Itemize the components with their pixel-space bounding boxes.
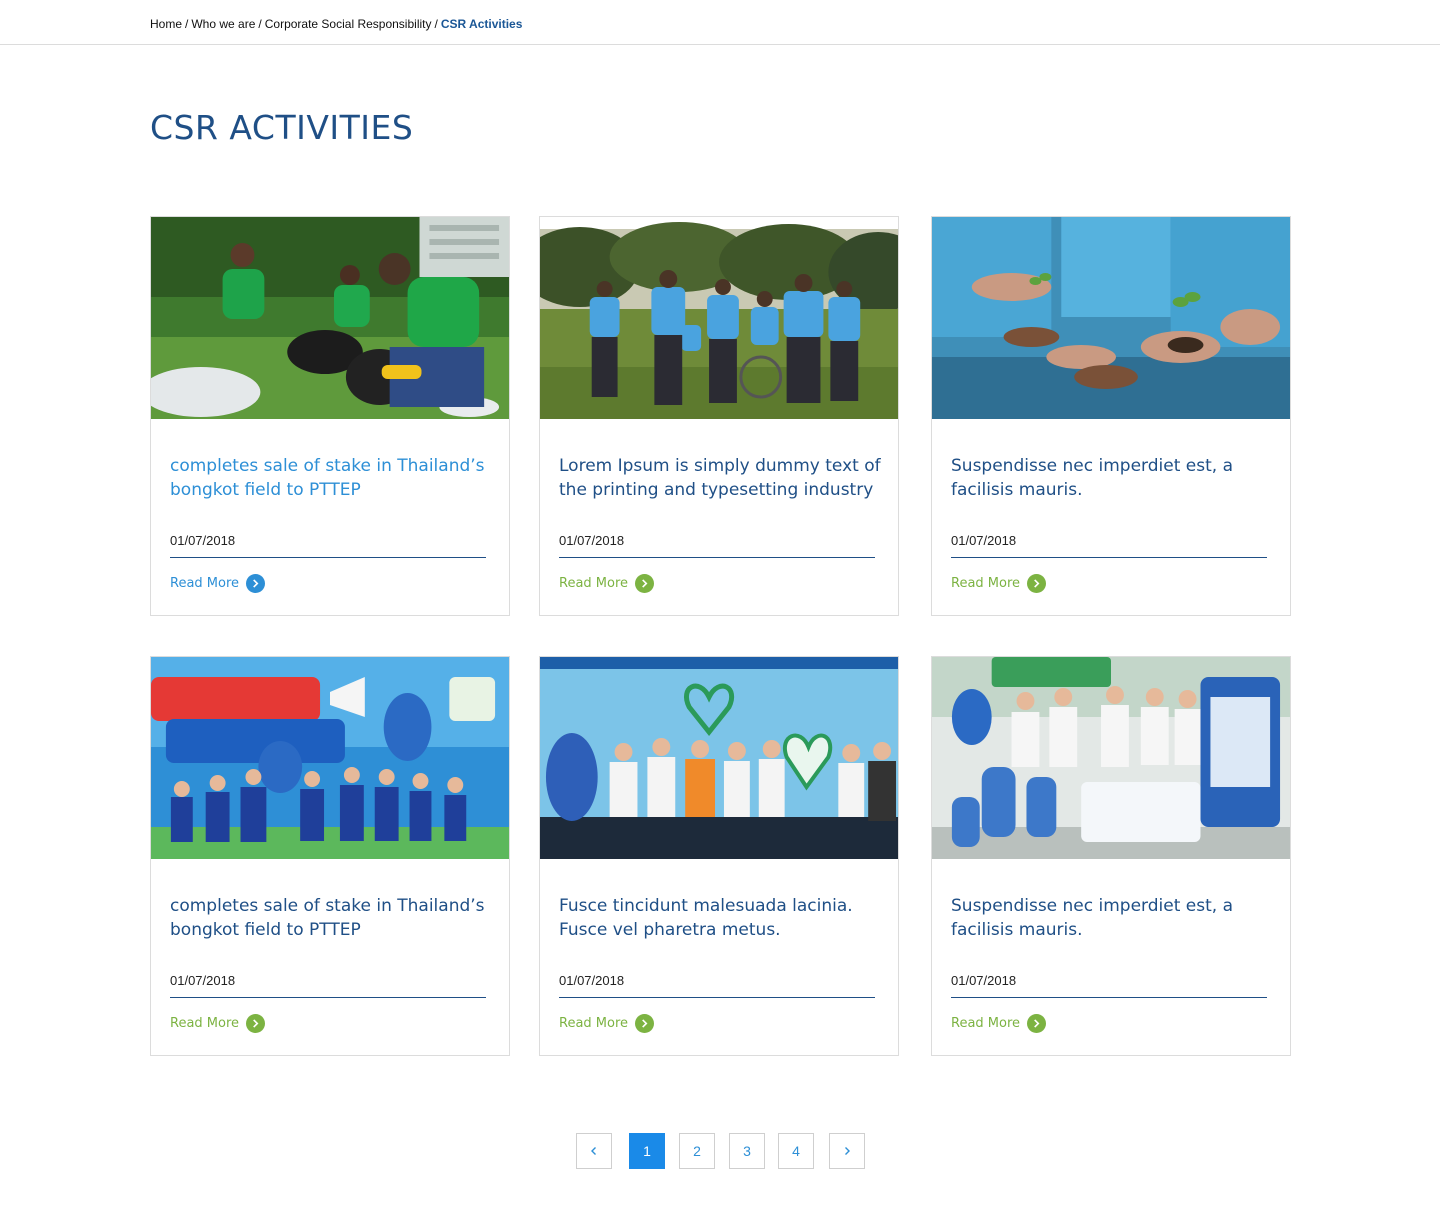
pagination: 1 2 3 4 <box>576 1133 866 1169</box>
breadcrumb-home[interactable]: Home <box>150 17 182 31</box>
card-date: 01/07/2018 <box>951 973 1267 998</box>
breadcrumb-separator: / <box>434 17 438 31</box>
card-title[interactable]: Suspendisse nec imperdiet est, a facilis… <box>951 894 1283 942</box>
pagination-page-2[interactable]: 2 <box>679 1133 715 1169</box>
card-title[interactable]: Lorem Ipsum is simply dummy text of the … <box>559 454 891 502</box>
card-image[interactable] <box>540 657 898 859</box>
chevron-right-icon <box>246 574 266 593</box>
chevron-left-icon <box>591 1147 596 1155</box>
breadcrumb-bar: Home / Who we are / Corporate Social Respons… <box>0 0 1440 45</box>
card-image[interactable] <box>151 657 509 859</box>
read-more-label: Read More <box>951 576 1021 591</box>
read-more-link[interactable]: Read More <box>951 1014 1047 1033</box>
chevron-right-icon <box>1027 1014 1047 1033</box>
breadcrumb-who-we-are[interactable]: Who we are <box>191 17 255 31</box>
card-title[interactable]: completes sale of stake in Thailand’s bo… <box>170 454 502 502</box>
chevron-right-icon <box>635 1014 655 1033</box>
chevron-right-icon <box>635 574 655 593</box>
breadcrumb-separator: / <box>185 17 189 31</box>
pagination-prev-button[interactable] <box>576 1133 612 1169</box>
read-more-label: Read More <box>170 1016 240 1031</box>
activity-card: completes sale of stake in Thailand’s bo… <box>150 216 510 616</box>
read-more-link[interactable]: Read More <box>170 574 266 593</box>
pagination-page-1[interactable]: 1 <box>629 1133 665 1169</box>
breadcrumb-separator: / <box>258 17 262 31</box>
card-image[interactable] <box>932 657 1290 859</box>
card-date: 01/07/2018 <box>559 973 875 998</box>
read-more-label: Read More <box>559 576 629 591</box>
breadcrumb-current: CSR Activities <box>440 17 523 31</box>
pagination-next-button[interactable] <box>829 1133 865 1169</box>
card-title[interactable]: completes sale of stake in Thailand’s bo… <box>170 894 502 942</box>
activity-card: Suspendisse nec imperdiet est, a facilis… <box>931 216 1291 616</box>
read-more-label: Read More <box>559 1016 629 1031</box>
card-title[interactable]: Suspendisse nec imperdiet est, a facilis… <box>951 454 1283 502</box>
read-more-label: Read More <box>170 576 240 591</box>
chevron-right-icon <box>246 1014 266 1033</box>
read-more-link[interactable]: Read More <box>559 1014 655 1033</box>
card-date: 01/07/2018 <box>951 533 1267 558</box>
activity-card: Suspendisse nec imperdiet est, a facilis… <box>931 656 1291 1056</box>
read-more-label: Read More <box>951 1016 1021 1031</box>
activity-card: completes sale of stake in Thailand’s bo… <box>150 656 510 1056</box>
read-more-link[interactable]: Read More <box>170 1014 266 1033</box>
read-more-link[interactable]: Read More <box>951 574 1047 593</box>
breadcrumb-csr[interactable]: Corporate Social Responsibility <box>265 17 432 31</box>
breadcrumb: Home / Who we are / Corporate Social Respons… <box>150 17 522 31</box>
pagination-page-4[interactable]: 4 <box>778 1133 814 1169</box>
card-image[interactable] <box>540 217 898 419</box>
card-date: 01/07/2018 <box>559 533 875 558</box>
card-date: 01/07/2018 <box>170 973 486 998</box>
read-more-link[interactable]: Read More <box>559 574 655 593</box>
pagination-page-3[interactable]: 3 <box>729 1133 765 1169</box>
card-image[interactable] <box>151 217 509 419</box>
activity-card: Lorem Ipsum is simply dummy text of the … <box>539 216 899 616</box>
card-image[interactable] <box>932 217 1290 419</box>
card-title[interactable]: Fusce tincidunt malesuada lacinia. Fusce… <box>559 894 891 942</box>
page-title: CSR ACTIVITIES <box>150 108 414 147</box>
activity-card: Fusce tincidunt malesuada lacinia. Fusce… <box>539 656 899 1056</box>
chevron-right-icon <box>1027 574 1047 593</box>
chevron-right-icon <box>845 1147 850 1155</box>
card-date: 01/07/2018 <box>170 533 486 558</box>
